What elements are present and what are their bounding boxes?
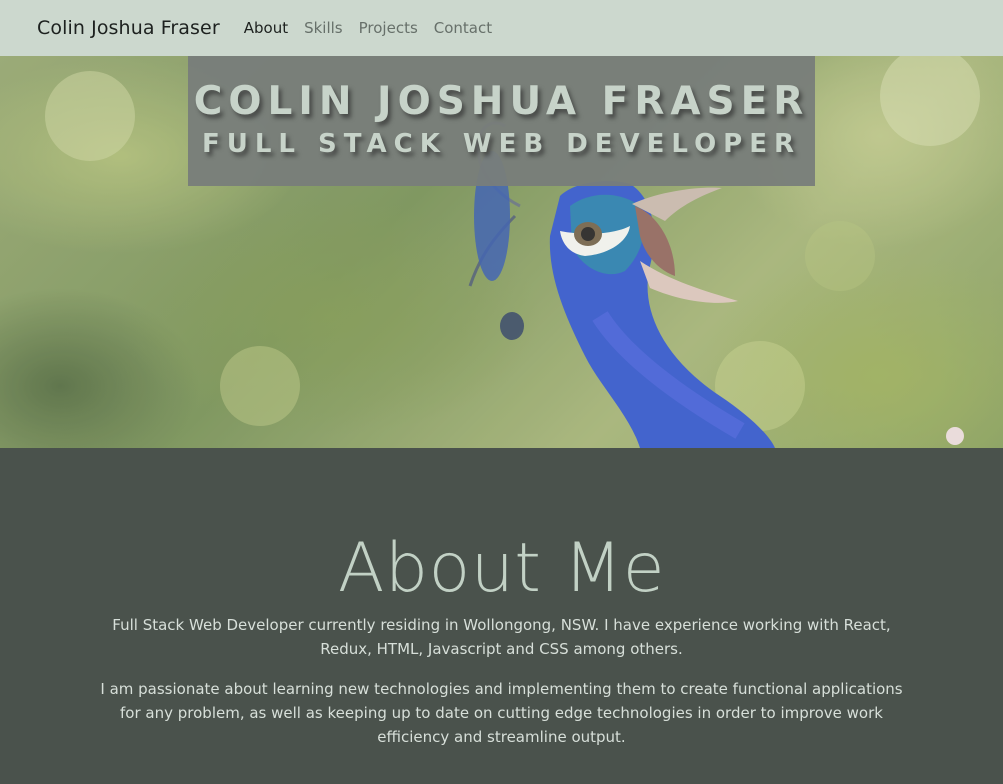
nav-link-projects[interactable]: Projects <box>359 19 418 37</box>
about-paragraph-1: Full Stack Web Developer currently resid… <box>112 616 891 658</box>
hero-title-box: COLIN JOSHUA FRASER FULL STACK WEB DEVEL… <box>188 56 815 186</box>
about-paragraph-2: I am passionate about learning new techn… <box>100 680 903 746</box>
about-section: About Me Full Stack Web Developer curren… <box>0 448 1003 784</box>
hero-role: FULL STACK WEB DEVELOPER <box>201 129 802 159</box>
hero-banner: COLIN JOSHUA FRASER FULL STACK WEB DEVEL… <box>0 56 1003 448</box>
nav-link-contact[interactable]: Contact <box>434 19 492 37</box>
top-navbar: Colin Joshua Fraser About Skills Project… <box>0 0 1003 56</box>
nav-link-skills[interactable]: Skills <box>304 19 343 37</box>
nav-link-about[interactable]: About <box>244 19 288 37</box>
about-heading: About Me <box>337 529 666 608</box>
hero-name: COLIN JOSHUA FRASER <box>193 79 810 124</box>
brand-link[interactable]: Colin Joshua Fraser <box>37 17 220 39</box>
